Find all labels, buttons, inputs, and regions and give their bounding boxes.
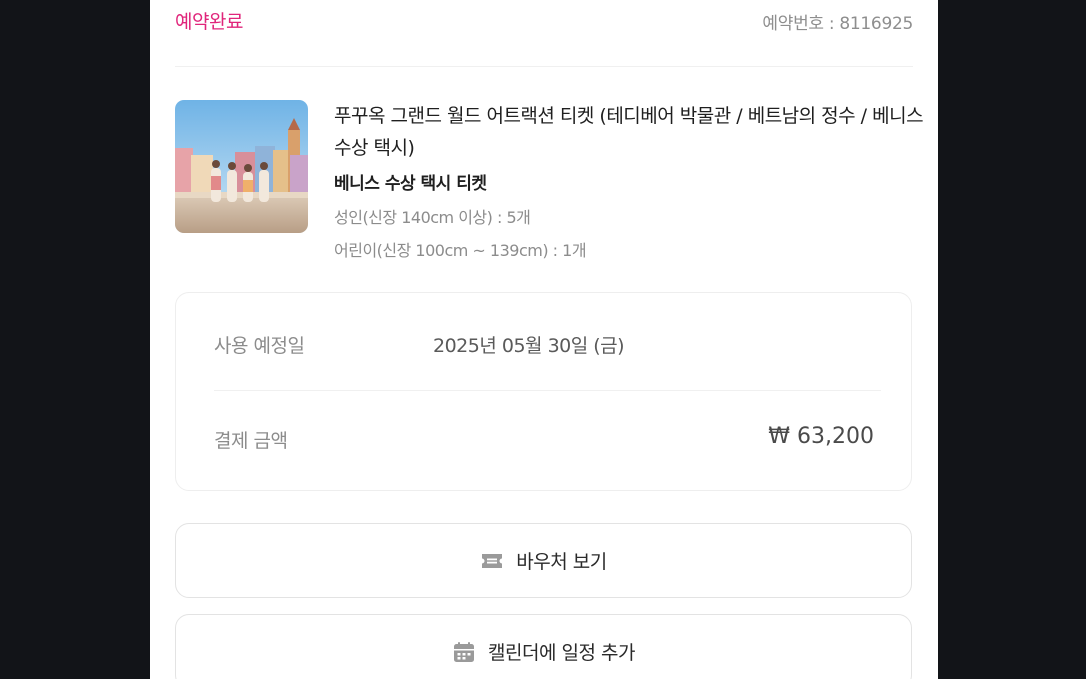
calendar-icon <box>452 640 476 664</box>
ticket-icon <box>480 549 504 573</box>
payment-amount-value: ₩ 63,200 <box>768 424 874 449</box>
add-to-calendar-label: 캘린더에 일정 추가 <box>488 642 635 664</box>
booking-info-card: 사용 예정일 2025년 05월 30일 (금) 결제 금액 ₩ 63,200 <box>175 292 912 491</box>
booking-status: 예약완료 <box>175 11 243 33</box>
header-divider <box>175 66 913 67</box>
quantity-child: 어린이(신장 100cm ~ 139cm) : 1개 <box>334 241 587 260</box>
product-option: 베니스 수상 택시 티켓 <box>334 174 487 194</box>
booking-detail-panel: 예약완료 예약번호 : 8116925 푸꾸옥 그랜드 월드 어트랙션 티켓 (… <box>150 0 938 679</box>
view-voucher-button[interactable]: 바우처 보기 <box>175 523 912 598</box>
info-divider <box>214 390 881 391</box>
add-to-calendar-button[interactable]: 캘린더에 일정 추가 <box>175 614 912 679</box>
usage-date-value: 2025년 05월 30일 (금) <box>433 335 625 357</box>
view-voucher-label: 바우처 보기 <box>516 551 607 573</box>
payment-amount-label: 결제 금액 <box>214 430 288 452</box>
booking-number: 예약번호 : 8116925 <box>762 14 913 34</box>
usage-date-label: 사용 예정일 <box>214 335 305 357</box>
product-title[interactable]: 푸꾸옥 그랜드 월드 어트랙션 티켓 (테디베어 박물관 / 베트남의 정수 /… <box>334 100 924 164</box>
quantity-adult: 성인(신장 140cm 이상) : 5개 <box>334 208 531 227</box>
product-thumbnail[interactable] <box>175 100 308 233</box>
